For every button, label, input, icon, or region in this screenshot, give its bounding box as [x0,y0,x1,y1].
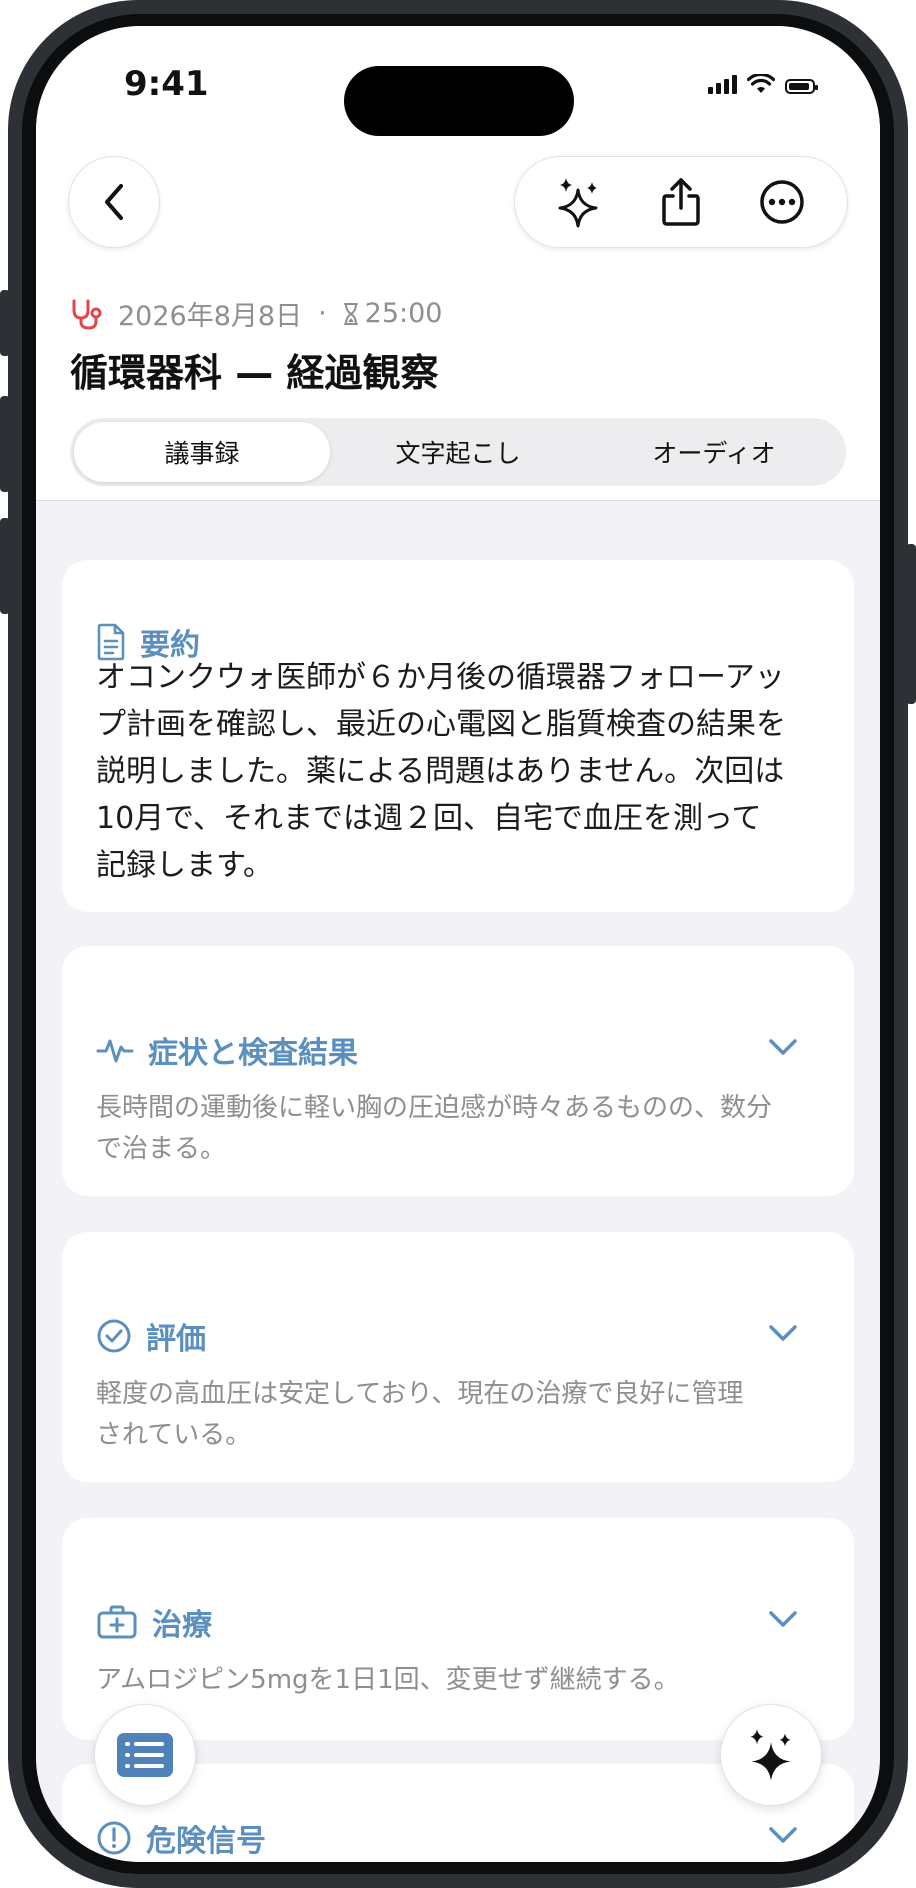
section-line: 軽度の高血圧は安定しており、現在の治療で良好に管理 [96,1379,744,1409]
section-body: 軽度の高血圧は安定しており、現在の治療で良好に管理 されている。 [96,1374,816,1456]
note-duration: 25:00 [364,298,443,329]
page-title: 循環器科 — 経過観察 [70,351,439,395]
back-button[interactable] [68,156,160,248]
hourglass-icon [343,302,358,325]
chevron-down-icon [769,1827,797,1843]
section-title: 症状と検査結果 [148,1036,358,1071]
sparkles-icon [750,1729,791,1781]
sparkles-icon [558,178,598,228]
section-line: で治まる。 [96,1134,227,1164]
side-button-power [906,544,916,704]
section-line: 長時間の運動後に軽い胸の圧迫感が時々あるものの、数分 [96,1093,773,1123]
section-title: 治療 [152,1608,212,1643]
share-icon [662,178,700,226]
section-card-assessment[interactable]: 評価 軽度の高血圧は安定しており、現在の治療で良好に管理 されている。 [62,1232,854,1482]
tab-transcript[interactable]: 文字起こし [330,422,586,482]
section-card-symptoms[interactable]: 症状と検査結果 長時間の運動後に軽い胸の圧迫感が時々あるものの、数分 で治まる。 [62,946,854,1196]
section-header: 治療 [96,1600,212,1644]
phone-screen: 9:41 2026年8月8日 · 25:00 循環器科 — 経過観察 議事録 文… [36,26,880,1862]
pulse-icon [96,1039,134,1063]
summary-text: オコンクウォ医師が６か月後の循環器フォローアッ プ計画を確認し、最近の心電図と脂… [96,654,826,889]
status-icons [708,74,818,94]
signal-icon [708,74,737,94]
summary-line: プ計画を確認し、最近の心電図と脂質検査の結果を [96,707,786,742]
meta-separator: · [318,298,327,329]
expand-toggle[interactable] [766,1316,800,1350]
header-area: 9:41 2026年8月8日 · 25:00 循環器科 — 経過観察 議事録 文… [36,26,880,501]
section-header: 危険信号 [96,1816,266,1860]
section-header: 症状と検査結果 [96,1028,358,1072]
share-button[interactable] [646,167,716,237]
more-button[interactable] [747,167,817,237]
section-line: されている。 [96,1420,252,1450]
section-header: 評価 [96,1314,206,1358]
battery-icon [785,79,818,94]
outline-button[interactable] [94,1704,196,1806]
expand-toggle[interactable] [766,1602,800,1636]
alert-circle-icon [97,1821,131,1855]
section-body: 長時間の運動後に軽い胸の圧迫感が時々あるものの、数分 で治まる。 [96,1088,816,1170]
header-actions [514,156,848,248]
expand-toggle[interactable] [766,1030,800,1064]
section-body: アムロジピン5mgを1日1回、変更せず継続する。 [96,1660,816,1701]
section-title: 評価 [146,1322,206,1357]
expand-toggle[interactable] [766,1818,800,1852]
summary-line: オコンクウォ医師が６か月後の循環器フォローアッ [96,660,785,695]
list-icon [117,1733,173,1777]
side-button-action [0,290,10,356]
checkmark-circle-icon [97,1319,131,1353]
side-button-volume-down [0,518,10,614]
dynamic-island [344,66,574,136]
chevron-down-icon [769,1611,797,1627]
segmented-control: 議事録 文字起こし オーディオ [70,418,846,486]
side-button-volume-up [0,396,10,492]
ai-sparkles-button[interactable] [545,167,615,237]
summary-line: 10月で、それまでは週２回、自宅で血圧を測って [96,801,762,836]
wifi-icon [747,74,775,93]
note-date: 2026年8月8日 [118,301,303,332]
chevron-down-icon [769,1039,797,1055]
tab-audio[interactable]: オーディオ [586,422,842,482]
summary-line: 説明しました。薬による問題はありません。次回は [96,754,785,789]
section-title: 危険信号 [146,1824,266,1859]
chevron-left-icon [105,184,123,220]
tab-minutes[interactable]: 議事録 [74,422,330,482]
section-line: アムロジピン5mgを1日1回、変更せず継続する。 [96,1665,680,1695]
section-card-treatment[interactable]: 治療 アムロジピン5mgを1日1回、変更せず継続する。 [62,1518,854,1740]
stethoscope-icon [72,299,102,330]
ai-assistant-button[interactable] [720,1704,822,1806]
summary-card: 要約 オコンクウォ医師が６か月後の循環器フォローアッ プ計画を確認し、最近の心電… [62,560,854,912]
summary-line: 記録します。 [96,848,273,883]
medkit-icon [97,1605,137,1639]
note-meta: 2026年8月8日 · 25:00 [70,294,442,333]
chevron-down-icon [769,1325,797,1341]
status-time: 9:41 [124,64,209,104]
more-icon [760,180,805,224]
